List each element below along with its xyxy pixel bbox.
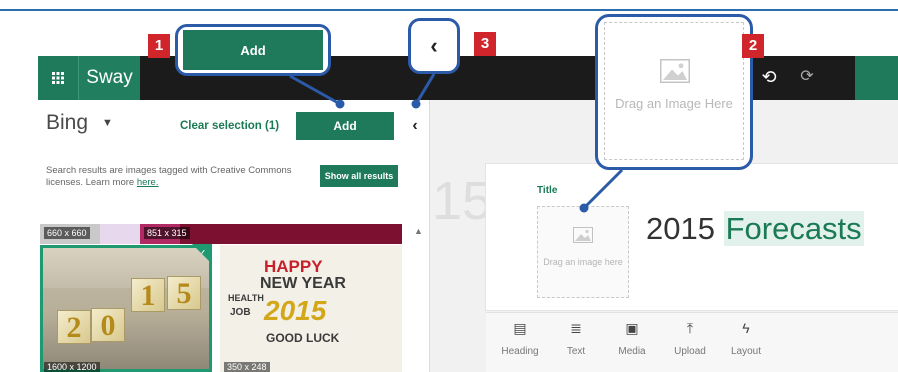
step-badge-2: 2 bbox=[742, 34, 764, 58]
callout-drop-zone[interactable] bbox=[604, 22, 744, 160]
callout-add-button[interactable]: Add bbox=[183, 30, 323, 70]
step-badge-3: 3 bbox=[474, 32, 496, 56]
drag-image-text: Drag an Image Here bbox=[615, 96, 733, 111]
step-badge-1: 1 bbox=[148, 34, 170, 58]
stage: Sway ⟲ ⟳ Bing ▼ Clear selection (1) Add … bbox=[0, 0, 898, 372]
chevron-left-icon: ‹ bbox=[430, 33, 438, 58]
callout-collapse-button[interactable]: ‹ bbox=[408, 18, 460, 74]
image-placeholder-icon bbox=[660, 59, 690, 83]
